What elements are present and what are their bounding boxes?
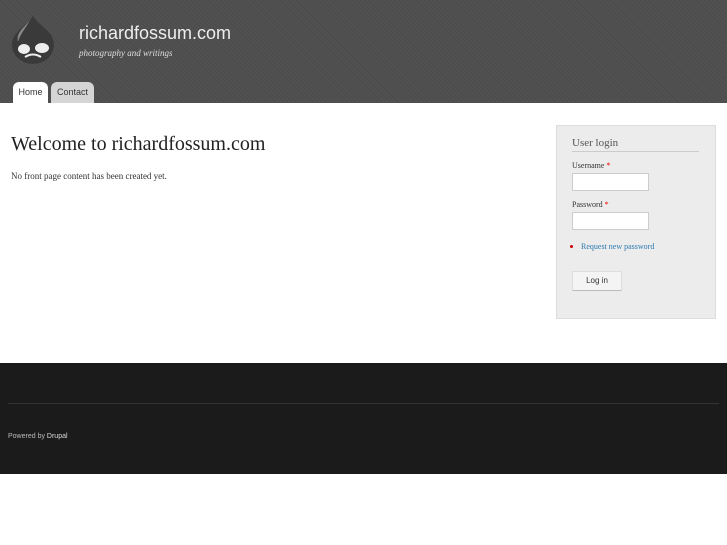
tab-contact[interactable]: Contact: [51, 82, 94, 103]
tab-home[interactable]: Home: [13, 82, 48, 103]
username-label: Username *: [572, 161, 611, 170]
user-login-block: User login Username * Password * Request…: [556, 125, 716, 319]
drupal-link[interactable]: Drupal: [47, 433, 68, 440]
drupal-logo-icon[interactable]: [10, 14, 56, 64]
username-input[interactable]: [572, 173, 649, 191]
page-title: Welcome to richardfossum.com: [11, 133, 266, 155]
request-password-link[interactable]: Request new password: [581, 242, 654, 251]
header: richardfossum.com photography and writin…: [0, 0, 727, 103]
login-button[interactable]: Log in: [572, 271, 622, 291]
login-title: User login: [572, 137, 699, 152]
bullet-icon: [570, 245, 573, 248]
powered-by: Powered by Drupal: [8, 433, 68, 440]
site-slogan: photography and writings: [79, 48, 173, 58]
footer: Powered by Drupal: [0, 363, 727, 474]
password-label: Password *: [572, 200, 609, 209]
password-input[interactable]: [572, 212, 649, 230]
front-page-message: No front page content has been created y…: [11, 171, 167, 181]
footer-divider: [8, 403, 719, 404]
site-name[interactable]: richardfossum.com: [79, 23, 231, 44]
